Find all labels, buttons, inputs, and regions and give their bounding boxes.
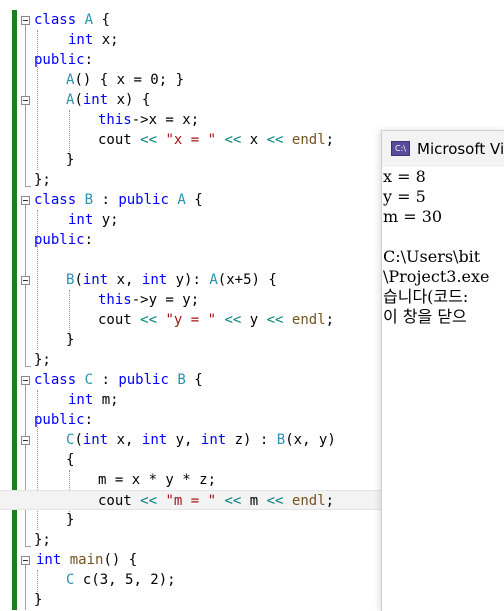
- code-line-text: public:: [34, 232, 94, 248]
- code-line[interactable]: this->x = x;: [0, 110, 504, 130]
- code-line-text: C c(3, 5, 2);: [66, 572, 176, 588]
- code-line-text: cout << "m = " << m << endl;: [98, 493, 335, 509]
- code-line[interactable]: public:: [0, 50, 504, 70]
- code-line-text: B(int x, int y): A(x+5) {: [66, 272, 277, 288]
- console-output[interactable]: x = 8 y = 5 m = 30 C:\Users\bit \Project…: [382, 167, 504, 611]
- code-line-text: this->x = x;: [98, 112, 200, 128]
- code-line-text: cout << "x = " << x << endl;: [98, 132, 335, 148]
- code-line[interactable]: int x;: [0, 30, 504, 50]
- code-line-text: A(int x) {: [66, 92, 151, 108]
- code-line-text: cout << "y = " << y << endl;: [98, 312, 335, 328]
- code-line-text: int main() {: [36, 552, 138, 568]
- visual-studio-console-icon: C:\: [391, 141, 410, 156]
- code-line-text: {: [66, 452, 75, 468]
- code-line-text: int m;: [68, 392, 119, 408]
- code-line-text: class C : public B {: [34, 372, 203, 388]
- code-line-text: this->y = y;: [98, 292, 200, 308]
- code-line-text: };: [34, 532, 51, 548]
- console-line: \Project3.exe: [383, 267, 490, 286]
- console-line: y = 5: [383, 187, 426, 206]
- console-line: m = 30: [383, 207, 443, 226]
- code-line-text: class B : public A {: [34, 192, 203, 208]
- code-line-text: int y;: [68, 212, 119, 228]
- console-title: Microsoft Visual Studio Debug Console: [417, 140, 504, 158]
- code-line-text: m = x * y * z;: [98, 472, 217, 488]
- console-line: C:\Users\bit: [383, 247, 481, 266]
- code-line[interactable]: A() { x = 0; }: [0, 70, 504, 90]
- console-titlebar[interactable]: C:\ Microsoft Visual Studio Debug Consol…: [382, 131, 504, 167]
- code-line-text: };: [34, 352, 51, 368]
- code-line-text: public:: [34, 412, 94, 428]
- code-line-text: C(int x, int y, int z) : B(x, y): [66, 432, 336, 448]
- code-line-text: int x;: [68, 32, 119, 48]
- code-line-text: }: [66, 332, 75, 348]
- console-line: x = 8: [383, 167, 426, 186]
- code-line-text: public:: [34, 52, 94, 68]
- debug-console-window[interactable]: C:\ Microsoft Visual Studio Debug Consol…: [381, 130, 504, 611]
- code-line[interactable]: A(int x) {: [0, 90, 504, 110]
- code-line-text: class A {: [34, 12, 110, 28]
- console-line: 습니다(코드:: [383, 287, 469, 306]
- code-line-text: };: [34, 172, 51, 188]
- code-line-text: A() { x = 0; }: [66, 72, 185, 88]
- code-line-text: }: [34, 592, 43, 608]
- console-line: 이 창을 닫으: [383, 307, 467, 326]
- code-line-text: }: [66, 152, 75, 168]
- code-line[interactable]: class A {: [0, 10, 504, 30]
- code-line-text: }: [66, 512, 75, 528]
